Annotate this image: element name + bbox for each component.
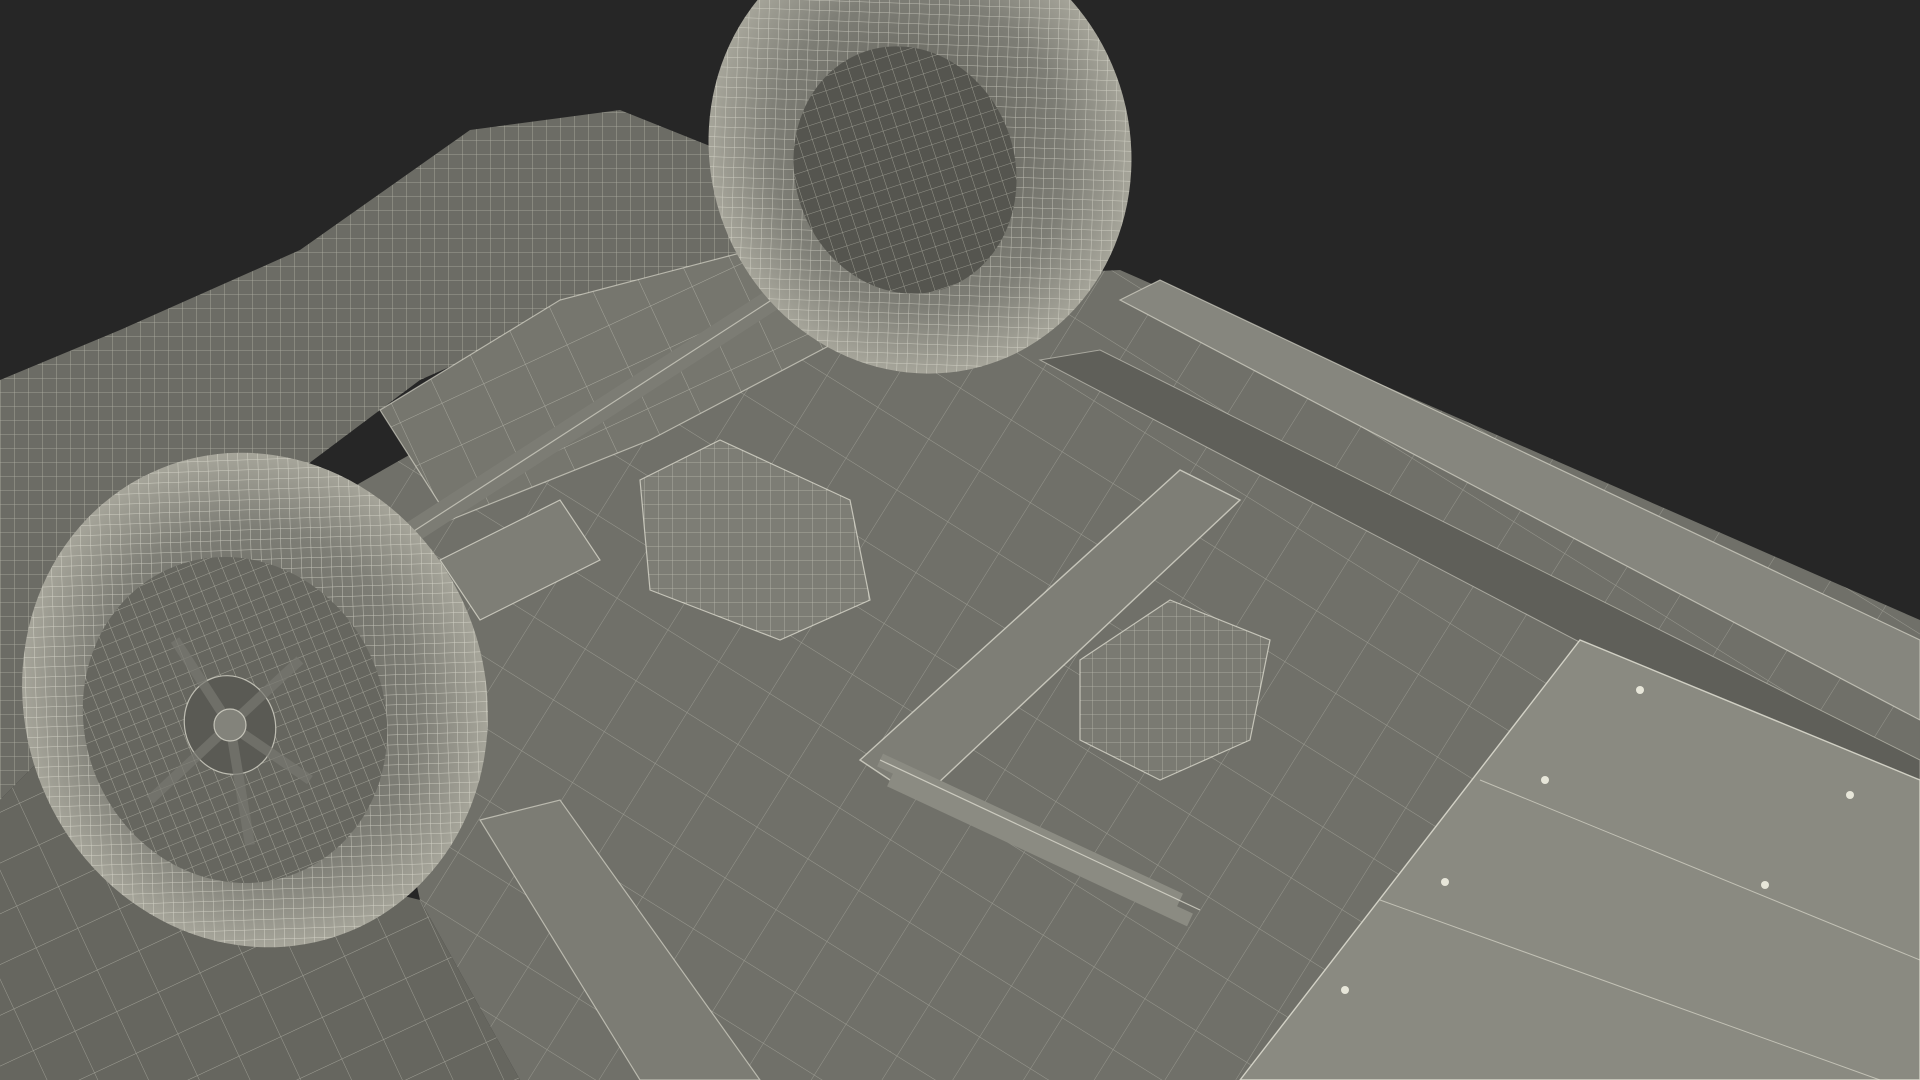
wireframe-render-canvas [0,0,1920,1080]
